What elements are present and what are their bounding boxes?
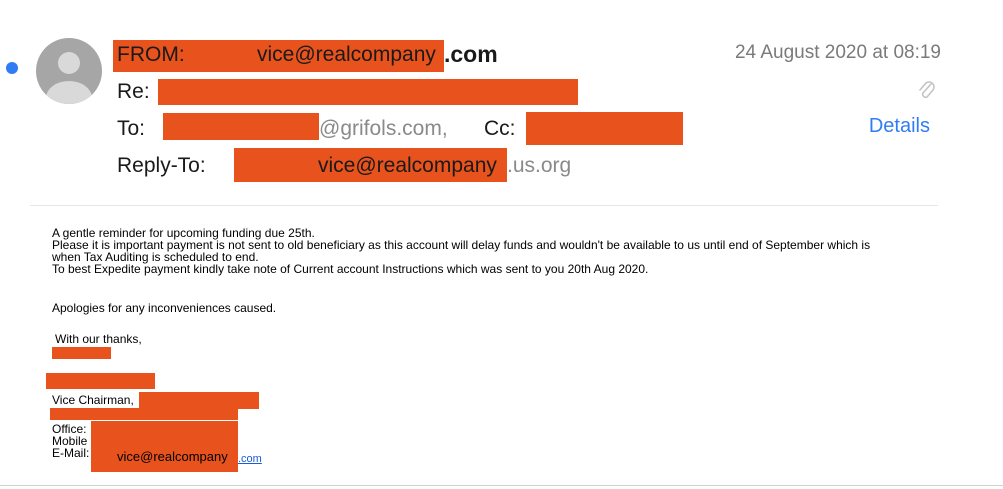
signature-email-address: vice@realcompany — [117, 449, 228, 464]
subject-redaction — [158, 79, 578, 105]
signature-redaction-3 — [50, 408, 238, 420]
email-date: 24 August 2020 at 08:19 — [734, 42, 941, 63]
to-domain: @grifols.com, — [319, 117, 448, 140]
to-redaction — [163, 113, 319, 140]
details-link[interactable]: Details — [869, 115, 930, 138]
cc-label: Cc: — [484, 117, 516, 140]
signature-name-redaction — [52, 347, 111, 359]
reply-to-address: vice@realcompany — [318, 154, 497, 177]
unread-indicator — [6, 62, 18, 74]
signature-email-suffix[interactable]: .com — [238, 453, 262, 465]
avatar-icon — [36, 38, 102, 104]
cc-redaction — [526, 112, 683, 145]
from-suffix: .com — [444, 41, 498, 67]
re-label: Re: — [117, 80, 150, 103]
signature-company-redaction — [139, 392, 259, 409]
contact-redaction — [91, 421, 238, 472]
reply-to-label: Reply-To: — [117, 154, 206, 177]
to-label: To: — [117, 117, 146, 140]
header-divider — [30, 205, 938, 206]
bottom-border — [0, 485, 1003, 486]
closing-text: With our thanks, — [55, 332, 142, 346]
from-label: FROM: — [117, 43, 185, 66]
signature-title: Vice Chairman, — [52, 393, 134, 407]
apology-text: Apologies for any inconveniences caused. — [52, 301, 277, 315]
from-address: vice@realcompany — [257, 43, 436, 66]
reply-to-suffix: .us.org — [507, 154, 572, 177]
body-line-4: To best Expedite payment kindly take not… — [52, 262, 649, 276]
paperclip-icon[interactable] — [917, 80, 937, 102]
email-label: E-Mail: — [52, 446, 90, 460]
signature-redaction-2 — [46, 373, 155, 389]
